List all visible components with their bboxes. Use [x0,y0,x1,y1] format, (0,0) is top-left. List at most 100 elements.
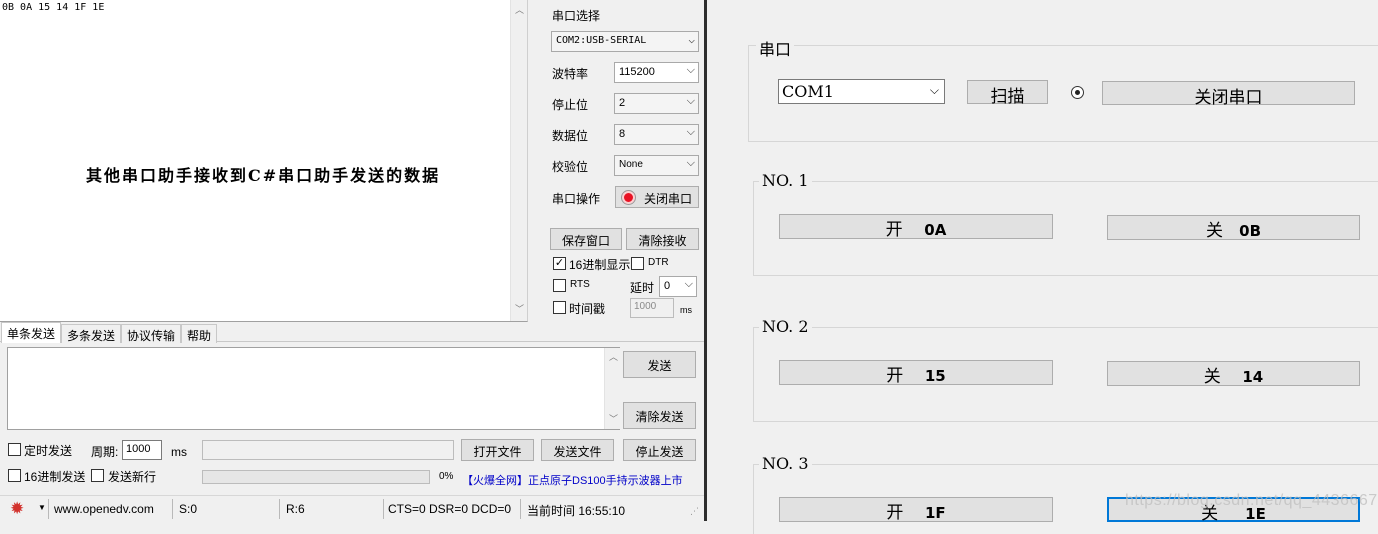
open-file-button[interactable]: 打开文件 [461,439,534,461]
check-icon: ✓ [554,257,565,269]
line-status: CTS=0 DSR=0 DCD=0 [388,502,512,516]
period-input[interactable]: 1000 [122,440,162,460]
port-op-label: 串口操作 [552,192,601,206]
chevron-down-icon: ⌵ [688,33,695,46]
stop-send-button[interactable]: 停止发送 [623,439,696,461]
tab-protocol[interactable]: 协议传输 [121,324,182,343]
period-unit: ms [171,445,187,459]
close-port-button[interactable]: 关闭串口 [1102,81,1355,108]
clear-receive-button[interactable]: 清除接收 [626,228,699,250]
parity-select[interactable]: None ⌵ [614,155,699,176]
website-link[interactable]: www.openedv.com [54,502,154,516]
scroll-down-icon[interactable]: ﹀ [605,412,622,425]
rts-label: RTS [570,279,590,290]
watermark: https://blog.csdn.net/qq_44366677 [1125,492,1378,509]
rts-checkbox[interactable] [553,279,566,292]
chevron-down-icon: ⌵ [686,157,695,169]
period-label: 周期: [91,445,119,459]
clear-send-button[interactable]: 清除发送 [623,402,696,429]
newline-checkbox[interactable] [91,469,104,482]
resize-grip-icon[interactable]: ⋰ [690,506,699,517]
group-no3-title: NO. 3 [759,454,812,473]
no2-off-button[interactable]: 关 14 [1107,361,1360,387]
port-select-value: COM2:USB-SERIAL [556,35,647,46]
dtr-label: DTR [648,257,669,268]
hex-send-checkbox[interactable] [8,469,21,482]
timed-send-label: 定时发送 [24,444,73,458]
port-select[interactable]: COM1 ⌵ [778,79,945,104]
newline-label: 发送新行 [108,470,157,484]
no1-off-label: 关 [1205,221,1223,241]
port-select[interactable]: COM2:USB-SERIAL ⌵ [551,31,699,52]
stopbits-select[interactable]: 2 ⌵ [614,93,699,114]
stopbits-value: 2 [619,97,626,109]
ad-link[interactable]: 【火爆全网】正点原子DS100手持示波器上市 [462,472,683,488]
timed-send-checkbox[interactable] [8,443,21,456]
current-time: 当前时间 16:55:10 [527,504,626,518]
serial-assistant-window: 0B 0A 15 14 1F 1E 其他串口助手接收到C#串口助手发送的数据 ︿… [0,0,704,521]
csharp-serial-window: 串口 COM1 ⌵ 扫描 关闭串口 NO. 1 开 0A 关 0B NO. 2 … [707,0,1378,534]
no1-on-button[interactable]: 开 0A [779,214,1053,240]
no2-off-label: 关 [1203,367,1221,387]
no2-on-code: 15 [924,367,946,385]
sent-count: S:0 [179,502,198,516]
hex-display-checkbox[interactable]: ✓ [553,257,566,270]
scan-button[interactable]: 扫描 [967,80,1048,107]
dtr-checkbox[interactable] [631,257,644,270]
file-path-input[interactable] [202,440,454,460]
chevron-down-icon: ⌵ [686,126,695,138]
close-port-button[interactable]: 关闭串口 [615,186,699,208]
status-bar: ✹ ▼ www.openedv.com S:0 R:6 CTS=0 DSR=0 … [0,495,704,521]
no1-off-code: 0B [1239,222,1262,240]
save-window-button[interactable]: 保存窗口 [550,228,622,250]
send-tabs: 单条发送 多条发送 协议传输 帮助 [0,322,704,343]
delay-value: 0 [664,280,671,292]
no1-off-button[interactable]: 关 0B [1107,215,1360,241]
receive-area[interactable]: 0B 0A 15 14 1F 1E 其他串口助手接收到C#串口助手发送的数据 ︿… [0,0,528,322]
receive-caption: 其他串口助手接收到C#串口助手发送的数据 [86,166,441,185]
baud-label: 波特率 [552,67,589,81]
scroll-down-icon[interactable]: ﹀ [511,302,528,315]
no1-on-code: 0A [924,221,947,239]
chevron-down-icon: ⌵ [686,95,695,107]
baud-value: 115200 [619,66,655,78]
scroll-up-icon[interactable]: ︿ [605,350,622,363]
scroll-up-icon[interactable]: ︿ [511,3,528,16]
group-no2-title: NO. 2 [759,317,812,336]
timestamp-label: 时间戳 [569,302,606,316]
databits-value: 8 [619,128,626,140]
databits-select[interactable]: 8 ⌵ [614,124,699,145]
send-button[interactable]: 发送 [623,351,696,378]
no3-on-label: 开 [886,503,904,523]
send-scrollbar[interactable]: ︿ ﹀ [604,348,621,429]
port-status-led-icon [622,191,635,204]
chevron-down-icon: ⌵ [686,64,695,76]
receive-scrollbar[interactable]: ︿ ﹀ [510,0,527,321]
baud-select[interactable]: 115200 ⌵ [614,62,699,83]
received-count: R:6 [286,502,305,516]
hex-display-label: 16进制显示 [569,258,631,272]
caret-down-icon[interactable]: ▼ [38,503,46,512]
timestamp-unit: ms [680,305,692,315]
close-port-button-label: 关闭串口 [644,192,693,206]
tab-multi-send[interactable]: 多条发送 [61,324,122,343]
delay-label: 延时 [630,281,655,295]
no1-on-label: 开 [885,220,903,240]
gear-icon[interactable]: ✹ [10,500,30,518]
progress-percent: 0% [439,471,454,482]
no2-on-button[interactable]: 开 15 [779,360,1053,386]
receive-text: 0B 0A 15 14 1F 1E [2,2,105,13]
send-input[interactable]: ︿ ﹀ [7,347,621,430]
databits-label: 数据位 [552,129,589,143]
send-file-button[interactable]: 发送文件 [541,439,614,461]
delay-select[interactable]: 0 ⌵ [659,276,697,297]
tab-single-send[interactable]: 单条发送 [1,322,62,343]
no2-on-label: 开 [886,366,904,386]
no3-on-code: 1F [924,504,946,522]
no3-on-button[interactable]: 开 1F [779,497,1053,523]
port-select-value: COM1 [782,82,834,101]
parity-label: 校验位 [552,160,589,174]
timestamp-input[interactable]: 1000 [630,298,674,318]
tab-help[interactable]: 帮助 [181,324,218,343]
timestamp-checkbox[interactable] [553,301,566,314]
